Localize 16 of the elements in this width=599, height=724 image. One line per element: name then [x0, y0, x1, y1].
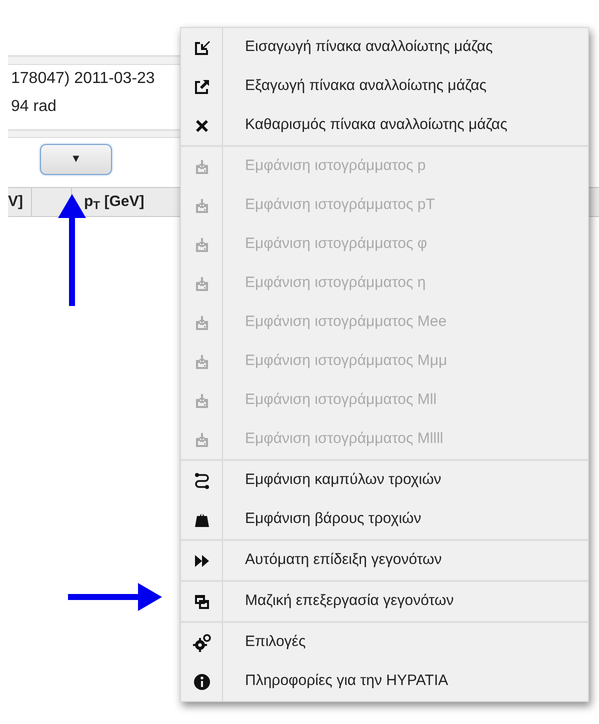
info-text: 94 rad [10, 97, 58, 117]
dropdown-toggle-button[interactable]: ▼ [40, 144, 112, 175]
menu-item[interactable]: Αυτόματη επίδειξη γεγονότων [181, 541, 588, 580]
menu-item[interactable]: Εισαγωγή πίνακα αναλλοίωτης μάζας [181, 28, 588, 67]
info-text: 178047) 2011-03-23 [10, 69, 156, 89]
column-header: V] [8, 188, 32, 216]
menu-item[interactable]: Μαζική επεξεργασία γεγονότων [181, 582, 588, 621]
gears-icon [192, 632, 212, 652]
menu-item[interactable]: Επιλογές [181, 623, 588, 662]
menu-item[interactable]: Πληροφορίες για την HYPATIA [181, 662, 588, 701]
menu-item[interactable]: Εξαγωγή πίνακα αναλλοίωτης μάζας [181, 67, 588, 106]
menu-item[interactable]: Καθαρισμός πίνακα αναλλοίωτης μάζας [181, 106, 588, 145]
menu-item[interactable]: Εμφάνιση βάρους τροχιών [181, 500, 588, 539]
info-icon [192, 672, 212, 692]
menu-item[interactable]: Εμφάνιση καμπύλων τροχιών [181, 461, 588, 500]
column-header: p$_{T}$ [GeV] [83, 192, 146, 214]
